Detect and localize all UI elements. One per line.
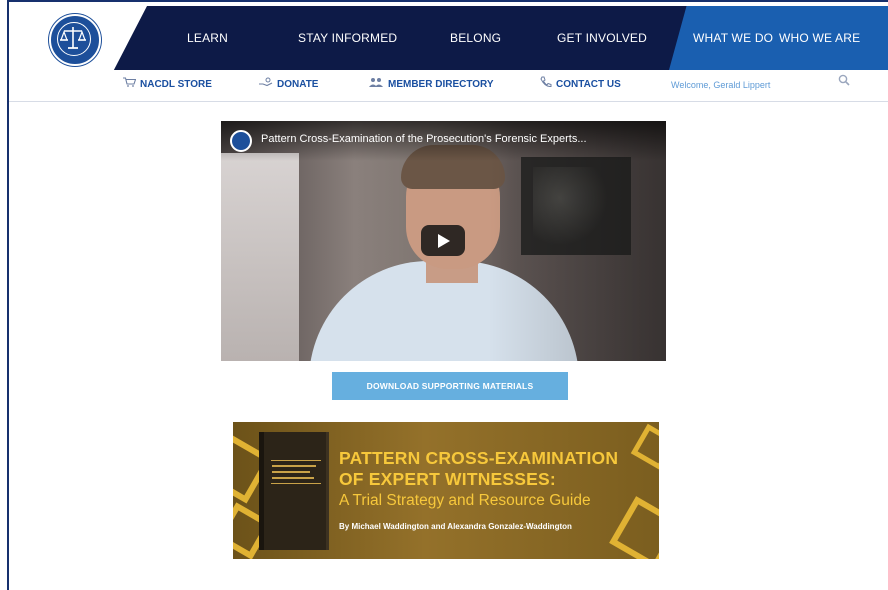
store-label: NACDL STORE [140,79,212,90]
frame-border-top [7,0,888,2]
play-icon [438,234,450,248]
donate-link[interactable]: DONATE [259,70,318,100]
book-cover-line [272,465,316,467]
welcome-user-text: Welcome, Gerald Lippert [671,80,771,90]
phone-icon [540,70,552,100]
nav-item-what-we-do[interactable]: WHAT WE DO [693,6,773,70]
video-player[interactable]: Pattern Cross-Examination of the Prosecu… [221,121,666,361]
scales-of-justice-icon [60,27,86,49]
nav-item-learn[interactable]: LEARN [187,6,228,70]
book-cover-image [259,432,326,550]
member-directory-link[interactable]: MEMBER DIRECTORY [368,70,494,100]
nav-item-belong[interactable]: BELONG [450,6,501,70]
contact-label: CONTACT US [556,79,621,90]
banner-title: PATTERN CROSS-EXAMINATION OF EXPERT WITN… [339,448,618,490]
book-cover-line [272,477,314,479]
cart-icon [123,70,137,100]
banner-subtitle: A Trial Strategy and Resource Guide [339,492,591,509]
directory-label: MEMBER DIRECTORY [388,79,494,90]
play-button[interactable] [421,225,465,256]
banner-title-line-2: OF EXPERT WITNESSES: [339,469,556,489]
banner-authors: By Michael Waddington and Alexandra Gonz… [339,522,572,531]
download-supporting-materials-button[interactable]: DOWNLOAD SUPPORTING MATERIALS [332,372,568,400]
contact-link[interactable]: CONTACT US [540,70,621,100]
store-link[interactable]: NACDL STORE [123,70,212,100]
book-cover-line [272,471,310,473]
donate-hand-icon [259,70,273,100]
channel-avatar-icon[interactable] [230,130,252,152]
logo-area [9,6,147,70]
nav-item-stay-informed[interactable]: STAY INFORMED [298,6,397,70]
book-promo-banner[interactable]: PATTERN CROSS-EXAMINATION OF EXPERT WITN… [233,422,659,559]
utility-navigation: NACDL STORE DONATE MEMBER DIRECTORY CONT… [9,70,888,102]
nav-item-get-involved[interactable]: GET INVOLVED [557,6,647,70]
people-icon [368,70,384,100]
donate-label: DONATE [277,79,319,90]
search-icon[interactable] [838,74,850,86]
video-title[interactable]: Pattern Cross-Examination of the Prosecu… [261,133,587,145]
nav-item-who-we-are[interactable]: WHO WE ARE [779,6,860,70]
nacdl-logo-icon[interactable] [49,14,101,66]
banner-title-line-1: PATTERN CROSS-EXAMINATION [339,448,619,468]
top-navigation: LEARN STAY INFORMED BELONG GET INVOLVED … [9,6,888,70]
